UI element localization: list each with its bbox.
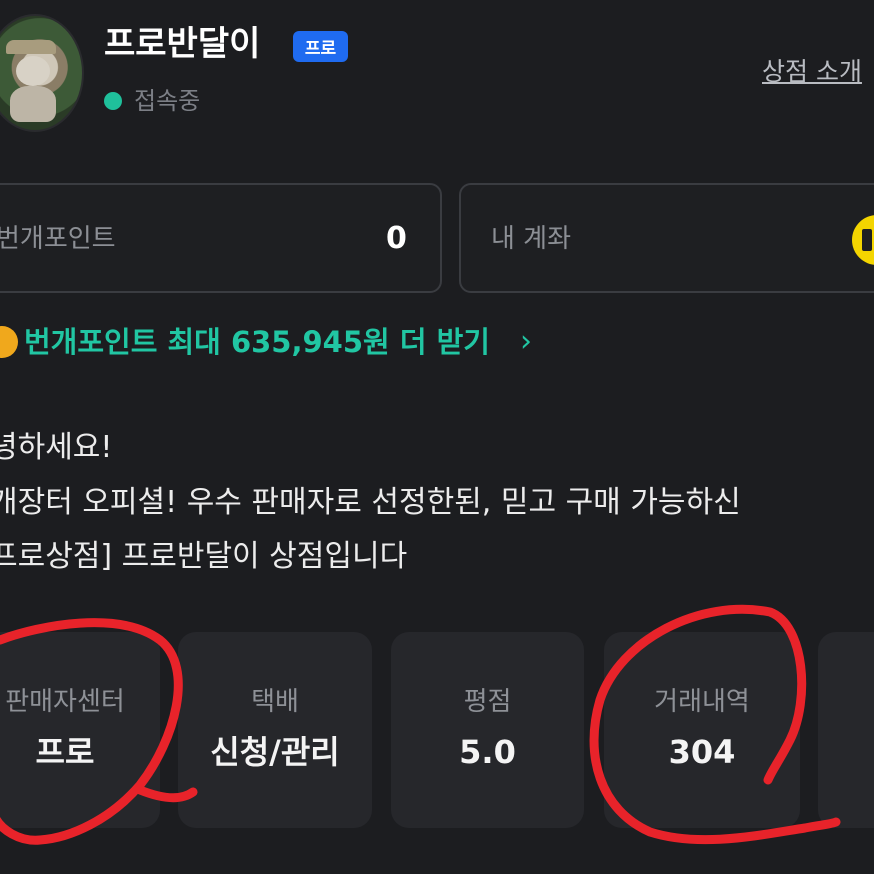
seller-center-value: 프로 bbox=[35, 733, 95, 771]
shop-name: 프로반달이 bbox=[104, 24, 261, 64]
more-tile[interactable] bbox=[818, 632, 874, 828]
avatar-hat-shape bbox=[6, 40, 56, 54]
shop-intro-link[interactable]: 상점 소개 bbox=[762, 54, 862, 90]
online-dot-icon bbox=[104, 92, 122, 110]
trade-history-value: 304 bbox=[668, 733, 736, 771]
pro-badge: 프로 bbox=[293, 31, 348, 62]
delivery-label: 택배 bbox=[251, 687, 299, 717]
chevron-right-icon[interactable]: › bbox=[520, 321, 532, 363]
online-status: 접속중 bbox=[134, 87, 201, 115]
rating-label: 평점 bbox=[463, 687, 512, 717]
coin-icon bbox=[0, 326, 18, 358]
account-label: 내 계좌 bbox=[491, 224, 572, 254]
points-promo-link[interactable]: 번개포인트 최대 635,945원 더 받기 bbox=[24, 321, 490, 363]
points-label: 번개포인트 bbox=[0, 224, 116, 254]
intro-line: 개장터 오피셜! 우수 판매자로 선정한된, 믿고 구매 가능하신 bbox=[0, 485, 741, 520]
rating-value: 5.0 bbox=[459, 733, 516, 771]
trade-history-label: 거래내역 bbox=[654, 687, 750, 717]
intro-line: 녕하세요! bbox=[0, 430, 113, 465]
intro-line: 프로상점] 프로반달이 상점입니다 bbox=[0, 539, 408, 574]
seller-center-label: 판매자센터 bbox=[5, 687, 125, 717]
shop-avatar[interactable] bbox=[0, 14, 84, 132]
delivery-value: 신청/관리 bbox=[210, 733, 340, 771]
avatar-face-shape bbox=[16, 56, 50, 86]
points-value: 0 bbox=[386, 221, 407, 256]
avatar-body-shape bbox=[10, 86, 56, 122]
